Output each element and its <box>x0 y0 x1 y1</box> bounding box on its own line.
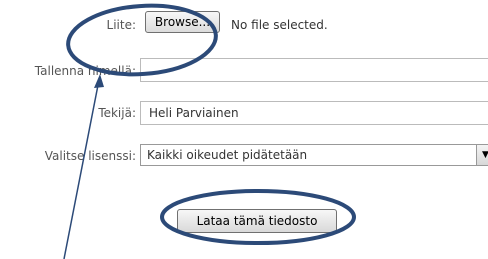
dropdown-arrow-icon[interactable]: ▼ <box>476 145 488 165</box>
license-select-value: Kaikki oikeudet pidätetään <box>147 148 308 162</box>
save-name-input[interactable] <box>140 58 488 82</box>
author-label: Tekijä: <box>98 106 136 120</box>
browse-button[interactable]: Browse... <box>145 11 220 33</box>
save-name-label: Tallenna nimellä: <box>34 64 136 78</box>
upload-button[interactable]: Lataa tämä tiedosto <box>177 209 337 233</box>
pointer-arrow-line <box>63 79 100 259</box>
license-select[interactable]: Kaikki oikeudet pidätetään ▼ <box>140 144 488 166</box>
license-label: Valitse lisenssi: <box>44 149 136 163</box>
author-input[interactable] <box>140 101 488 125</box>
attachment-label: Liite: <box>106 18 136 32</box>
file-status-text: No file selected. <box>231 18 328 32</box>
